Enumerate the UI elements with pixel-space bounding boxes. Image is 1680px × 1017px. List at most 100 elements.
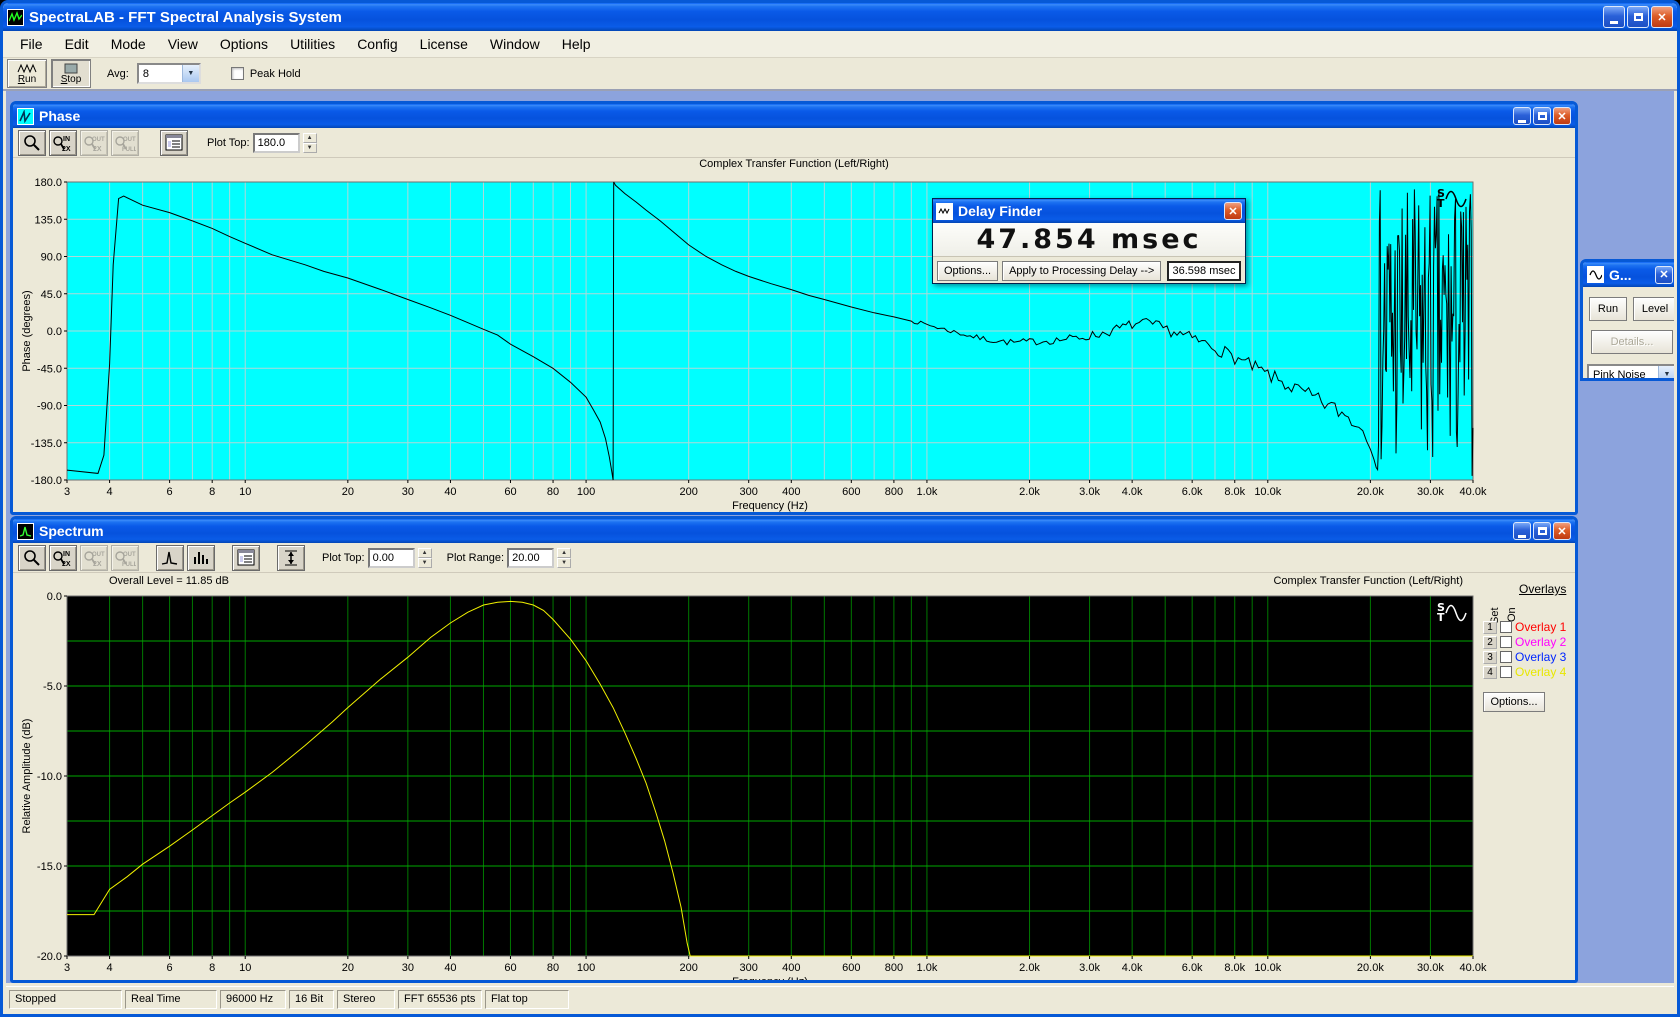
svg-text:OUT: OUT <box>92 137 105 143</box>
generator-level-button[interactable]: Level <box>1633 297 1674 321</box>
phase-window: Phase ✕ IN2X OUT2X OUTFULL Plot <box>10 101 1578 515</box>
svg-text:FULL: FULL <box>122 147 136 153</box>
peak-hold-checkbox[interactable] <box>231 67 244 80</box>
phase-toolbar: IN2X OUT2X OUTFULL Plot Top: ▲▼ <box>13 128 1575 158</box>
phase-minimize-button[interactable] <box>1513 107 1531 125</box>
menu-item-config[interactable]: Config <box>346 32 408 56</box>
svg-text:600: 600 <box>842 962 860 974</box>
generator-details-button[interactable]: Details... <box>1591 330 1673 354</box>
overlay-on-checkbox-3[interactable] <box>1500 651 1512 663</box>
zoom-out-2x-icon[interactable]: OUT2X <box>80 130 108 156</box>
zoom-in-2x-icon[interactable]: IN2X <box>49 130 77 156</box>
overlay-set-button-2[interactable]: 2 <box>1483 636 1497 649</box>
display-options-icon[interactable] <box>160 130 188 156</box>
menu-item-edit[interactable]: Edit <box>54 32 100 56</box>
menu-item-file[interactable]: File <box>9 32 54 56</box>
zoom-out-full-icon[interactable]: OUTFULL <box>111 130 139 156</box>
delay-options-button[interactable]: Options... <box>937 261 998 281</box>
svg-text:60: 60 <box>504 486 516 498</box>
overall-level: Overall Level = 11.85 dB <box>109 575 229 587</box>
svg-text:40: 40 <box>444 962 456 974</box>
svg-text:400: 400 <box>782 486 800 498</box>
svg-text:4: 4 <box>107 962 113 974</box>
spectrum-toolbar: IN2X OUT2X OUTFULL Plot Top: ▲▼ Plot Ran… <box>13 543 1575 573</box>
line-plot-mode-icon[interactable] <box>156 545 184 571</box>
delay-finder-close-button[interactable]: ✕ <box>1224 202 1242 220</box>
svg-text:600: 600 <box>842 486 860 498</box>
generator-close-button[interactable]: ✕ <box>1655 266 1673 284</box>
phase-titlebar[interactable]: Phase ✕ <box>13 104 1575 128</box>
menu-item-options[interactable]: Options <box>209 32 279 56</box>
svg-text:Frequency (Hz): Frequency (Hz) <box>732 500 808 512</box>
app-titlebar[interactable]: SpectraLAB - FFT Spectral Analysis Syste… <box>3 3 1677 31</box>
close-button[interactable]: ✕ <box>1651 6 1673 28</box>
spectrum-plot-top-input[interactable] <box>368 548 415 568</box>
overlay-on-checkbox-1[interactable] <box>1500 621 1512 633</box>
chevron-down-icon[interactable]: ▼ <box>182 65 199 82</box>
maximize-button[interactable] <box>1627 6 1649 28</box>
zoom-in-2x-icon[interactable]: IN2X <box>49 545 77 571</box>
menu-item-window[interactable]: Window <box>479 32 551 56</box>
phase-close-button[interactable]: ✕ <box>1553 107 1571 125</box>
menu-item-utilities[interactable]: Utilities <box>279 32 346 56</box>
svg-text:30.0k: 30.0k <box>1417 962 1444 974</box>
overlay-on-checkbox-2[interactable] <box>1500 636 1512 648</box>
overlay-set-button-1[interactable]: 1 <box>1483 621 1497 634</box>
chevron-down-icon[interactable]: ▼ <box>1658 366 1674 381</box>
overlay-set-button-3[interactable]: 3 <box>1483 651 1497 664</box>
phase-plot-top-input[interactable] <box>253 133 300 153</box>
svg-text:10: 10 <box>239 962 251 974</box>
overlay-on-checkbox-4[interactable] <box>1500 666 1512 678</box>
run-button[interactable]: Run <box>7 59 47 88</box>
spectrum-titlebar[interactable]: Spectrum ✕ <box>13 519 1575 543</box>
svg-text:60: 60 <box>504 962 516 974</box>
zoom-icon[interactable] <box>18 130 46 156</box>
spectrum-maximize-button[interactable] <box>1533 522 1551 540</box>
display-options-icon[interactable] <box>232 545 260 571</box>
status-96000-hz: 96000 Hz <box>220 990 286 1009</box>
stop-button[interactable]: Stop <box>51 59 91 88</box>
svg-text:-135.0: -135.0 <box>31 438 62 450</box>
menu-item-help[interactable]: Help <box>551 32 602 56</box>
generator-icon <box>1587 266 1604 283</box>
zoom-out-2x-icon[interactable]: OUT2X <box>80 545 108 571</box>
phase-plot-top-spinner[interactable]: ▲▼ <box>303 133 317 153</box>
svg-text:200: 200 <box>680 962 698 974</box>
spectrum-plot-range-spinner[interactable]: ▲▼ <box>557 548 571 568</box>
overlay-set-button-4[interactable]: 4 <box>1483 666 1497 679</box>
svg-text:100: 100 <box>577 486 595 498</box>
spectrum-plot-range-input[interactable] <box>507 548 554 568</box>
bar-plot-mode-icon[interactable] <box>187 545 215 571</box>
svg-text:800: 800 <box>885 486 903 498</box>
menu-item-view[interactable]: View <box>157 32 209 56</box>
spectrum-close-button[interactable]: ✕ <box>1553 522 1571 540</box>
avg-label: Avg: <box>107 68 129 80</box>
overlay-row-4: 4Overlay 4 <box>1483 665 1566 679</box>
svg-text:20.0k: 20.0k <box>1357 962 1384 974</box>
menubar: FileEditModeViewOptionsUtilitiesConfigLi… <box>3 31 1677 58</box>
overlays-options-button[interactable]: Options... <box>1483 692 1545 712</box>
svg-text:OUT: OUT <box>123 552 136 558</box>
delay-finder-titlebar[interactable]: Delay Finder ✕ <box>933 199 1245 223</box>
zoom-icon[interactable] <box>18 545 46 571</box>
svg-text:4.0k: 4.0k <box>1122 962 1143 974</box>
apply-processing-delay-button[interactable]: Apply to Processing Delay --> <box>1002 261 1161 281</box>
zoom-out-full-icon[interactable]: OUTFULL <box>111 545 139 571</box>
generator-titlebar[interactable]: G... ✕ <box>1583 262 1674 287</box>
amplitude-scale-icon[interactable] <box>277 545 305 571</box>
generator-signal-select[interactable]: Pink Noise ▼ <box>1587 364 1674 381</box>
status-flat-top: Flat top <box>485 990 569 1009</box>
svg-text:6.0k: 6.0k <box>1182 962 1203 974</box>
minimize-button[interactable] <box>1603 6 1625 28</box>
avg-select[interactable]: 8 ▼ <box>137 63 201 84</box>
menu-item-license[interactable]: License <box>409 32 479 56</box>
svg-text:2.0k: 2.0k <box>1019 962 1040 974</box>
svg-text:10.0k: 10.0k <box>1254 962 1281 974</box>
spectrum-plot-top-spinner[interactable]: ▲▼ <box>418 548 432 568</box>
phase-maximize-button[interactable] <box>1533 107 1551 125</box>
processing-delay-field[interactable]: 36.598 msec <box>1167 261 1241 281</box>
spectrum-minimize-button[interactable] <box>1513 522 1531 540</box>
generator-run-button[interactable]: Run <box>1589 297 1627 321</box>
svg-text:300: 300 <box>740 486 758 498</box>
menu-item-mode[interactable]: Mode <box>100 32 157 56</box>
